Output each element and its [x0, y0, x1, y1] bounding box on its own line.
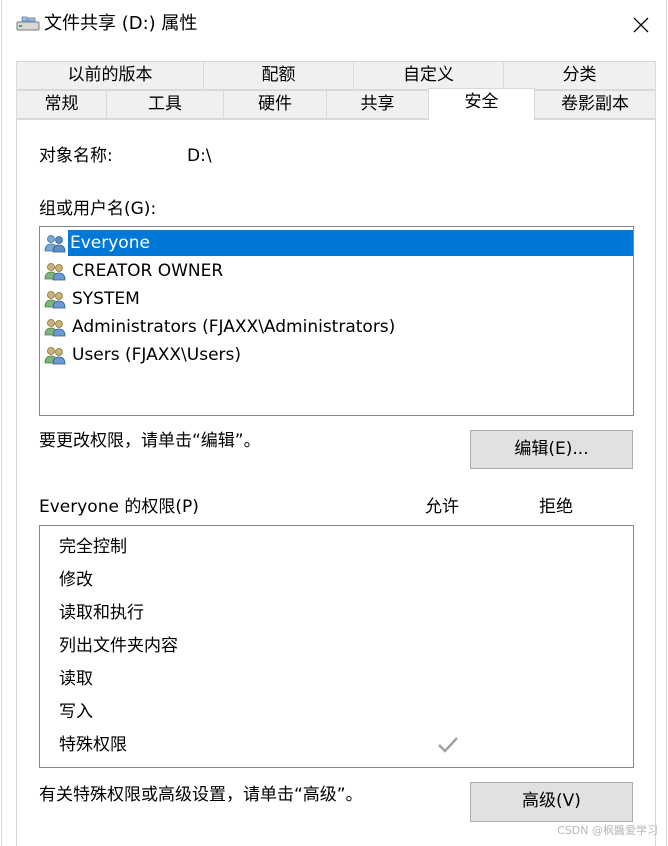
users-group-icon: [44, 235, 66, 253]
permission-row: 读取和执行: [40, 597, 633, 630]
permission-name: 修改: [59, 570, 93, 590]
tab-previous-versions[interactable]: 以前的版本: [16, 61, 204, 90]
permission-name: 读取和执行: [59, 603, 144, 623]
title-bar: 文件共享 (D:) 属性: [2, 0, 666, 50]
list-item-everyone[interactable]: Everyone: [44, 230, 633, 256]
tab-quota[interactable]: 配额: [203, 61, 354, 90]
permission-row: 列出文件夹内容: [40, 630, 633, 663]
groups-label: 组或用户名(G):: [39, 199, 157, 219]
permission-name: 特殊权限: [59, 735, 127, 755]
list-item-label: SYSTEM: [72, 289, 140, 309]
users-group-icon: [44, 347, 66, 365]
permission-row: 完全控制: [40, 531, 633, 564]
permissions-label: Everyone 的权限(P): [39, 497, 199, 517]
tab-general[interactable]: 常规: [16, 90, 107, 119]
edit-hint-text: 要更改权限，请单击“编辑”。: [39, 431, 261, 451]
checkmark-icon: [438, 737, 458, 753]
close-icon: [633, 17, 649, 33]
close-button[interactable]: [616, 0, 666, 50]
security-panel: 对象名称: D:\ 组或用户名(G): Everyone CREATOR OWN…: [16, 119, 656, 846]
permission-name: 完全控制: [59, 537, 127, 557]
groups-listbox[interactable]: Everyone CREATOR OWNER SYSTEM Administra…: [39, 226, 634, 416]
tab-sharing[interactable]: 共享: [326, 90, 429, 119]
drive-icon: [16, 16, 40, 31]
list-item-label: Everyone: [68, 230, 633, 256]
window-title: 文件共享 (D:) 属性: [44, 13, 198, 34]
users-group-icon: [44, 263, 66, 281]
list-item-label: CREATOR OWNER: [72, 261, 224, 281]
permission-row: 修改: [40, 564, 633, 597]
users-group-icon: [44, 319, 66, 337]
permission-name: 写入: [59, 702, 93, 722]
list-item-label: Administrators (FJAXX\Administrators): [72, 317, 396, 337]
list-item-administrators[interactable]: Administrators (FJAXX\Administrators): [44, 314, 633, 340]
deny-column-header: 拒绝: [539, 497, 573, 517]
tab-tools[interactable]: 工具: [106, 90, 224, 119]
permission-row: 写入: [40, 696, 633, 729]
tab-hardware[interactable]: 硬件: [223, 90, 327, 119]
list-item-users[interactable]: Users (FJAXX\Users): [44, 342, 633, 368]
advanced-hint-text: 有关特殊权限或高级设置，请单击“高级”。: [39, 785, 363, 805]
object-name-value: D:\: [187, 146, 212, 166]
tab-customize[interactable]: 自定义: [353, 61, 504, 90]
users-group-icon: [44, 291, 66, 309]
watermark: CSDN @枫醬爱学习: [557, 824, 658, 837]
permission-row: 特殊权限: [40, 729, 633, 762]
permission-row: 读取: [40, 663, 633, 696]
properties-window: 文件共享 (D:) 属性 以前的版本 配额 自定义 分类 常规 工具 硬件 共享…: [1, 0, 667, 846]
tab-security[interactable]: 安全: [428, 88, 535, 120]
list-item-creator-owner[interactable]: CREATOR OWNER: [44, 258, 633, 284]
allow-column-header: 允许: [425, 497, 459, 517]
list-item-system[interactable]: SYSTEM: [44, 286, 633, 312]
edit-button[interactable]: 编辑(E)...: [470, 430, 633, 469]
tab-classification[interactable]: 分类: [503, 61, 656, 90]
object-name-label: 对象名称:: [39, 146, 113, 166]
permission-name: 读取: [59, 669, 93, 689]
list-item-label: Users (FJAXX\Users): [72, 345, 242, 365]
permissions-list: 完全控制 修改 读取和执行 列出文件夹内容 读取 写入 特殊权限: [39, 525, 634, 768]
permission-name: 列出文件夹内容: [59, 636, 178, 656]
tab-shadow-copies[interactable]: 卷影副本: [534, 90, 656, 119]
advanced-button[interactable]: 高级(V): [470, 782, 633, 822]
